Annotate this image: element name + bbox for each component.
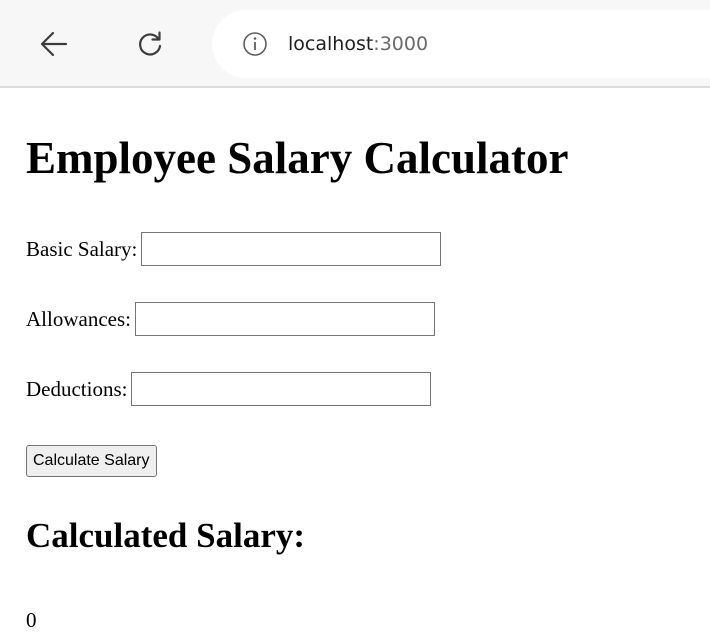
arrow-left-icon: [40, 31, 68, 57]
url-port: :3000: [373, 33, 429, 55]
deductions-input[interactable]: [131, 372, 432, 406]
url-text[interactable]: localhost:3000: [288, 33, 428, 55]
reload-button[interactable]: [132, 24, 168, 64]
calculated-salary-value: 0: [26, 608, 37, 632]
allowances-label: Allowances:: [26, 306, 131, 331]
back-button[interactable]: [36, 24, 72, 64]
basic-salary-label: Basic Salary:: [26, 236, 138, 261]
basic-salary-row: Basic Salary:: [26, 232, 442, 266]
calculate-salary-button[interactable]: Calculate Salary: [26, 445, 157, 477]
allowances-input[interactable]: [134, 302, 435, 336]
browser-toolbar: localhost:3000: [0, 0, 710, 88]
deductions-label: Deductions:: [26, 376, 128, 401]
info-icon[interactable]: [242, 31, 268, 57]
url-host: localhost: [288, 33, 374, 55]
deductions-row: Deductions:: [26, 372, 432, 406]
allowances-row: Allowances:: [26, 302, 435, 336]
basic-salary-input[interactable]: [141, 232, 442, 266]
calculated-salary-heading: Calculated Salary:: [26, 516, 306, 555]
reload-icon: [139, 31, 162, 56]
page-title: Employee Salary Calculator: [26, 133, 569, 183]
address-bar[interactable]: localhost:3000: [212, 10, 710, 78]
